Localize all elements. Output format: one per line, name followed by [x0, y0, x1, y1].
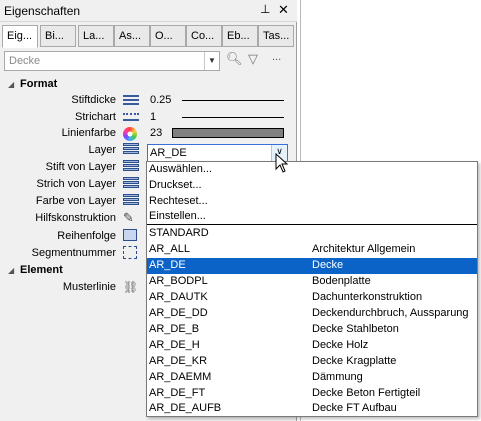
layer-list-item[interactable]: AR_DE_B Decke Stahlbeton [147, 322, 477, 338]
panel-title: Eigenschaften [4, 4, 81, 18]
layer-dropdown-popup: Auswählen... Druckset... Rechteset... Ei… [146, 161, 478, 417]
tab-eb[interactable]: Eb... [222, 25, 258, 47]
prop-label-strichart: Strichart [75, 111, 116, 123]
menu-separator [147, 224, 477, 225]
prop-value-stiftdicke[interactable]: 0.25 [150, 94, 171, 106]
prop-label-stiftdicke: Stiftdicke [71, 94, 116, 106]
pattern-line-icon: ⛓ [123, 280, 139, 294]
prop-label-farbe-von-layer: Farbe von Layer [35, 195, 116, 207]
layers-color-icon [123, 194, 139, 208]
prop-label-musterlinie: Musterlinie [62, 281, 116, 293]
tab-strip: Eig... Bi... La... As... O... Co... Eb..… [2, 25, 296, 48]
mouse-cursor-icon [275, 153, 289, 173]
magnifier-icon[interactable]: 🔍︎ [226, 51, 243, 69]
layer-list-item[interactable]: AR_BODPL Bodenplatte [147, 274, 477, 290]
prop-label-strich-von-layer: Strich von Layer [36, 178, 116, 190]
line-weight-icon [123, 95, 139, 109]
chevron-down-icon[interactable]: ▼ [204, 52, 219, 70]
prop-value-linienfarbe[interactable]: 23 [150, 127, 162, 139]
group-element[interactable]: ◢ Element [8, 264, 63, 276]
menu-item-einstellen[interactable]: Einstellen... [149, 210, 269, 225]
layer-list-item[interactable]: AR_DE_AUFB Decke FT Aufbau [147, 401, 477, 417]
element-filter-combobox[interactable]: Decke [4, 51, 220, 71]
tab-as[interactable]: As... [114, 25, 150, 47]
tab-tas[interactable]: Tas... [258, 25, 294, 47]
panel-titlebar: Eigenschaften ⊥ ✕ [0, 0, 297, 22]
layer-list-item[interactable]: AR_ALL Architektur Allgemein [147, 242, 477, 258]
layer-list-item[interactable]: AR_DE_H Decke Holz [147, 338, 477, 354]
tab-la[interactable]: La... [78, 25, 114, 47]
line-type-icon [123, 113, 139, 121]
prop-label-stift-von-layer: Stift von Layer [45, 161, 116, 173]
layer-combobox-value: AR_DE [150, 147, 187, 159]
tab-o[interactable]: O... [150, 25, 186, 47]
menu-item-auswaehlen[interactable]: Auswählen... [149, 163, 269, 178]
prop-label-linienfarbe: Linienfarbe [61, 127, 116, 139]
order-icon [123, 229, 139, 243]
prop-label-reihenfolge: Reihenfolge [57, 230, 116, 242]
layer-list-item[interactable]: AR_DE_KR Decke Kragplatte [147, 354, 477, 370]
collapse-triangle-icon[interactable]: ◢ [8, 80, 20, 89]
pin-icon[interactable]: ⊥ [260, 2, 270, 16]
close-icon[interactable]: ✕ [278, 2, 289, 18]
prop-value-strichart[interactable]: 1 [150, 111, 156, 123]
line-weight-preview [182, 100, 284, 101]
tab-bi[interactable]: Bi... [40, 25, 76, 47]
layer-list-item[interactable]: STANDARD [147, 226, 477, 242]
tab-eigenschaften[interactable]: Eig... [2, 25, 38, 48]
layer-combobox[interactable]: AR_DE ∨ [147, 144, 288, 162]
color-wheel-icon [123, 127, 139, 141]
layer-list-item[interactable]: AR_DAEMM Dämmung [147, 370, 477, 386]
tab-co[interactable]: Co... [186, 25, 222, 47]
collapse-triangle-icon[interactable]: ◢ [8, 266, 20, 275]
line-type-preview [182, 117, 284, 118]
more-button[interactable]: ... [272, 51, 288, 69]
color-swatch [172, 128, 284, 138]
layer-list-item[interactable]: AR_DAUTK Dachunterkonstruktion [147, 290, 477, 306]
pencil-icon: ✎ [123, 210, 134, 225]
layers-icon [123, 143, 139, 157]
menu-item-rechteset[interactable]: Rechteset... [149, 195, 269, 210]
group-format[interactable]: ◢ Format [8, 78, 57, 90]
filter-row: Decke ▼ 🔍︎ ▽ ... [4, 51, 294, 73]
layers-pen-icon [123, 160, 139, 174]
prop-label-segmentnummer: Segmentnummer [31, 247, 116, 259]
layer-list-item[interactable]: AR_DE_DD Deckendurchbruch, Aussparung [147, 306, 477, 322]
layer-list-item[interactable]: AR_DE_FT Decke Beton Fertigteil [147, 386, 477, 402]
layer-list-item-selected[interactable]: AR_DE Decke [147, 258, 477, 274]
menu-item-druckset[interactable]: Druckset... [149, 179, 269, 194]
funnel-icon[interactable]: ▽ [248, 51, 264, 69]
segment-icon [123, 246, 139, 260]
layers-stroke-icon [123, 177, 139, 191]
prop-label-hilfskonstruktion: Hilfskonstruktion [35, 212, 116, 224]
prop-label-layer: Layer [88, 144, 116, 156]
